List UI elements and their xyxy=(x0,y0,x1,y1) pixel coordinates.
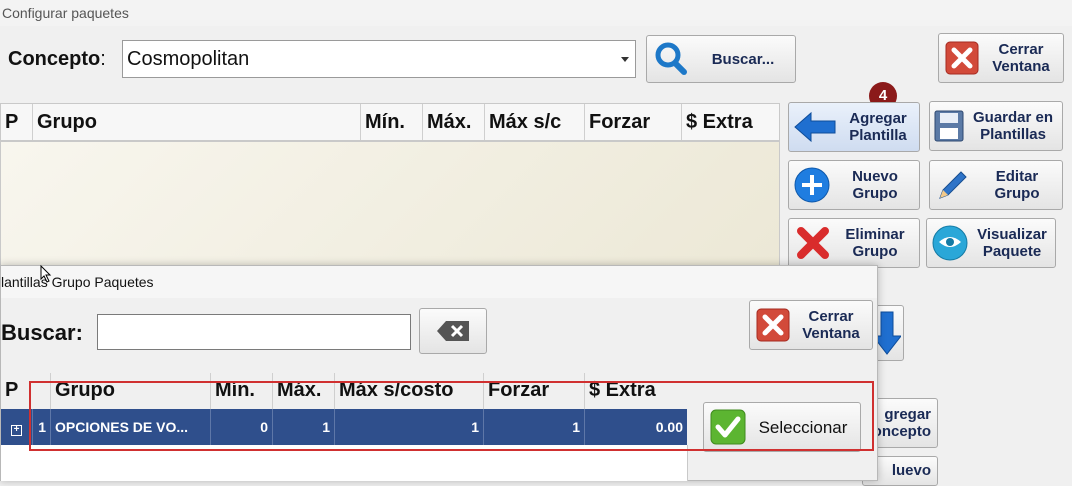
cerrar-ventana-button[interactable]: Cerrar Ventana xyxy=(938,33,1064,83)
col-extra[interactable]: $ Extra xyxy=(682,104,779,140)
dcol-extra[interactable]: $ Extra xyxy=(585,373,685,409)
plantillas-dialog: lantillas Grupo Paquetes Buscar: Cerrar V… xyxy=(0,265,878,481)
dcol-p[interactable]: P xyxy=(1,373,51,409)
close-icon xyxy=(945,41,979,75)
check-icon xyxy=(710,409,746,445)
row-max-sc: 1 xyxy=(335,409,484,445)
dcol-min[interactable]: Mín. xyxy=(211,373,273,409)
close-icon xyxy=(756,308,790,342)
mouse-cursor-icon xyxy=(40,265,52,283)
dcol-max-sc[interactable]: Máx s/costo xyxy=(335,373,484,409)
eliminar-grupo-button[interactable]: Eliminar Grupo xyxy=(788,218,920,268)
arrow-left-icon xyxy=(794,111,836,143)
backspace-icon xyxy=(437,321,469,341)
window-title: Configurar paquetes xyxy=(0,0,1072,26)
table-row[interactable]: + 1 OPCIONES DE VO... 0 1 1 1 0.00 xyxy=(1,409,687,445)
concepto-combobox[interactable]: Cosmopolitan xyxy=(122,40,636,78)
dialog-cerrar-ventana-button[interactable]: Cerrar Ventana xyxy=(749,300,873,350)
dialog-grid-body[interactable] xyxy=(1,445,688,481)
row-max: 1 xyxy=(273,409,335,445)
col-p[interactable]: P xyxy=(1,104,33,140)
row-extra: 0.00 xyxy=(655,419,683,435)
editar-grupo-button[interactable]: Editar Grupo xyxy=(929,160,1063,210)
col-max-sc[interactable]: Máx s/c xyxy=(485,104,585,140)
guardar-plantillas-button[interactable]: Guardar en Plantillas xyxy=(929,101,1063,151)
nuevo-grupo-button[interactable]: Nuevo Grupo xyxy=(788,160,920,210)
seleccionar-button[interactable]: Seleccionar xyxy=(703,402,861,452)
row-forzar: 1 xyxy=(484,409,585,445)
chevron-down-icon[interactable] xyxy=(621,57,629,62)
expand-row-icon[interactable]: + xyxy=(1,409,33,445)
col-grupo[interactable]: Grupo xyxy=(33,104,361,140)
dialog-title: lantillas Grupo Paquetes xyxy=(1,266,877,298)
row-grupo: OPCIONES DE VO... xyxy=(51,409,211,445)
buscar-button[interactable]: Buscar... xyxy=(646,35,796,83)
dialog-search-input[interactable] xyxy=(97,314,411,350)
dialog-grid-header: P Grupo Mín. Máx. Máx s/costo Forzar $ E… xyxy=(1,373,687,409)
floppy-disk-icon xyxy=(934,110,964,142)
dialog-search-label: Buscar: xyxy=(1,320,83,345)
row-min: 0 xyxy=(211,409,273,445)
concepto-value: Cosmopolitan xyxy=(127,48,250,70)
dcol-max[interactable]: Máx. xyxy=(273,373,335,409)
col-max[interactable]: Máx. xyxy=(423,104,485,140)
delete-x-icon xyxy=(797,227,829,259)
main-grid-header: P Grupo Mín. Máx. Máx s/c Forzar $ Extra xyxy=(0,103,780,141)
dcol-forzar[interactable]: Forzar xyxy=(484,373,585,409)
concepto-label: Concepto: xyxy=(8,48,106,70)
pencil-icon xyxy=(939,171,967,199)
dcol-grupo[interactable]: Grupo xyxy=(51,373,211,409)
magnifier-icon xyxy=(655,42,687,75)
main-grid-body[interactable] xyxy=(0,141,780,271)
col-forzar[interactable]: Forzar xyxy=(585,104,682,140)
clear-search-button[interactable] xyxy=(419,308,487,354)
visualizar-paquete-button[interactable]: Visualizar Paquete xyxy=(926,218,1056,268)
view-package-icon xyxy=(932,225,968,261)
plus-circle-icon xyxy=(794,167,830,203)
agregar-plantilla-button[interactable]: Agregar Plantilla xyxy=(788,102,920,152)
col-min[interactable]: Mín. xyxy=(361,104,423,140)
row-p: 1 xyxy=(33,409,51,445)
